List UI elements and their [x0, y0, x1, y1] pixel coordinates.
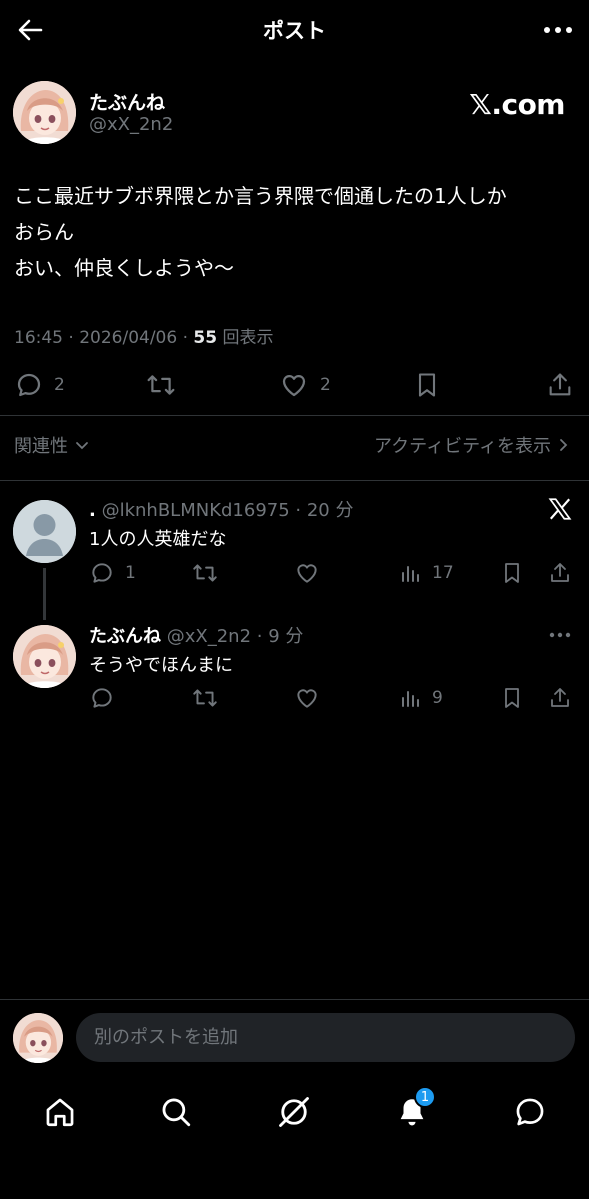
share-icon: [551, 688, 569, 707]
nav-messages[interactable]: [510, 1092, 550, 1132]
chevron-right-icon: [560, 439, 568, 451]
reply-count: 1: [125, 563, 136, 583]
reply-button[interactable]: 1: [89, 560, 136, 586]
bookmark-icon: [505, 688, 519, 708]
bottom-nav: 1: [0, 1086, 589, 1138]
top-bar: ポスト: [0, 0, 589, 60]
view-count: 17: [432, 563, 454, 583]
analytics-icon: [402, 691, 419, 707]
reply-button[interactable]: [89, 685, 115, 711]
nav-notifications[interactable]: 1: [392, 1086, 436, 1132]
bookmark-button[interactable]: [413, 370, 441, 400]
like-count: 2: [320, 375, 331, 395]
grok-icon: [279, 1097, 309, 1127]
post-text: ここ最近サブボ界隈とか言う界隈で個通したの1人しか おらん おい、仲良くしようや…: [14, 184, 507, 280]
post-metadata: 16:45 · 2026/04/06 · 55 回表示: [14, 323, 273, 348]
analytics-icon: [402, 566, 419, 582]
reply-author-handle[interactable]: @lknhBLMNKd16975: [102, 500, 290, 521]
default-user-avatar-icon: [13, 500, 76, 563]
reply-icon: [92, 563, 112, 583]
reply-composer-input[interactable]: [76, 1013, 575, 1062]
views-button[interactable]: 9: [398, 685, 443, 711]
reply-avatar[interactable]: [13, 500, 76, 563]
divider: [0, 999, 589, 1000]
like-button[interactable]: [294, 560, 320, 586]
view-count: 55: [193, 328, 218, 348]
home-icon: [46, 1098, 74, 1127]
like-button[interactable]: 2: [278, 370, 331, 400]
reply-author-handle[interactable]: @xX_2n2: [167, 626, 251, 647]
nav-grok[interactable]: [274, 1092, 314, 1132]
search-icon: [162, 1098, 191, 1127]
author-name[interactable]: たぶんね: [89, 88, 165, 115]
anime-girl-avatar-icon: [13, 625, 76, 688]
reply-action-bar: 1 17: [0, 560, 589, 588]
sort-label: 関連性: [14, 436, 68, 457]
nav-home[interactable]: [40, 1092, 80, 1132]
reply-author-name[interactable]: たぶんね: [89, 626, 161, 647]
share-icon: [549, 373, 571, 396]
share-button[interactable]: [548, 685, 572, 711]
reply-header: たぶんね @xX_2n2 · 9 分: [89, 622, 303, 648]
composer-avatar: [13, 1013, 63, 1063]
chat-bubble-icon: [516, 1098, 544, 1126]
sort-relevance-dropdown[interactable]: 関連性: [14, 432, 90, 458]
retweet-button[interactable]: [191, 685, 219, 711]
retweet-icon: [193, 564, 217, 582]
anime-girl-avatar-icon: [13, 1013, 63, 1063]
reply-author-name[interactable]: .: [89, 500, 96, 521]
share-icon: [551, 563, 569, 582]
heart-icon: [297, 564, 317, 583]
more-horizontal-icon: [549, 632, 571, 638]
bookmark-icon: [505, 563, 519, 583]
reply-action-bar: 9: [0, 685, 589, 713]
reply-icon: [92, 688, 112, 708]
x-com-logo: 𝕏.com: [469, 88, 565, 121]
more-options-button[interactable]: [541, 18, 575, 42]
x-logo-icon: [547, 496, 573, 522]
author-handle[interactable]: @xX_2n2: [89, 114, 173, 135]
reply-button[interactable]: 2: [14, 370, 65, 400]
reply-avatar[interactable]: [13, 625, 76, 688]
divider: [0, 415, 589, 416]
bookmark-button[interactable]: [500, 560, 524, 586]
post-action-bar: 2 2: [0, 366, 589, 406]
reply-time: · 9 分: [251, 626, 304, 647]
bookmark-button[interactable]: [500, 685, 524, 711]
retweet-button[interactable]: [145, 370, 177, 400]
retweet-button[interactable]: [191, 560, 219, 586]
view-label: 回表示: [217, 328, 274, 348]
heart-icon: [282, 374, 306, 397]
nav-search[interactable]: [156, 1092, 196, 1132]
more-horizontal-icon: [544, 27, 572, 33]
reply-header: . @lknhBLMNKd16975 · 20 分: [89, 496, 353, 522]
reply-text: そうやでほんまに: [89, 655, 233, 676]
reply-more-button[interactable]: [547, 626, 573, 644]
share-button[interactable]: [548, 560, 572, 586]
view-activity-link[interactable]: アクティビティを表示: [374, 432, 571, 458]
heart-icon: [297, 689, 317, 708]
reply-text: 1人の人英雄だな: [89, 529, 227, 550]
divider: [0, 480, 589, 481]
like-button[interactable]: [294, 685, 320, 711]
bookmark-icon: [418, 373, 436, 397]
author-avatar[interactable]: [13, 81, 76, 144]
reply-count: 2: [54, 375, 65, 395]
activity-label: アクティビティを表示: [374, 436, 551, 457]
notification-badge: 1: [414, 1086, 436, 1108]
share-button[interactable]: [546, 370, 574, 400]
page-title: ポスト: [263, 19, 326, 43]
views-button[interactable]: 17: [398, 560, 454, 586]
retweet-icon: [147, 375, 175, 395]
post-timestamp: 16:45 · 2026/04/06 ·: [14, 328, 194, 348]
view-count: 9: [432, 688, 443, 708]
chevron-down-icon: [76, 442, 88, 450]
retweet-icon: [193, 689, 217, 707]
reply-icon: [17, 373, 41, 397]
reply-time: · 20 分: [289, 500, 354, 521]
anime-girl-avatar-icon: [13, 81, 76, 144]
